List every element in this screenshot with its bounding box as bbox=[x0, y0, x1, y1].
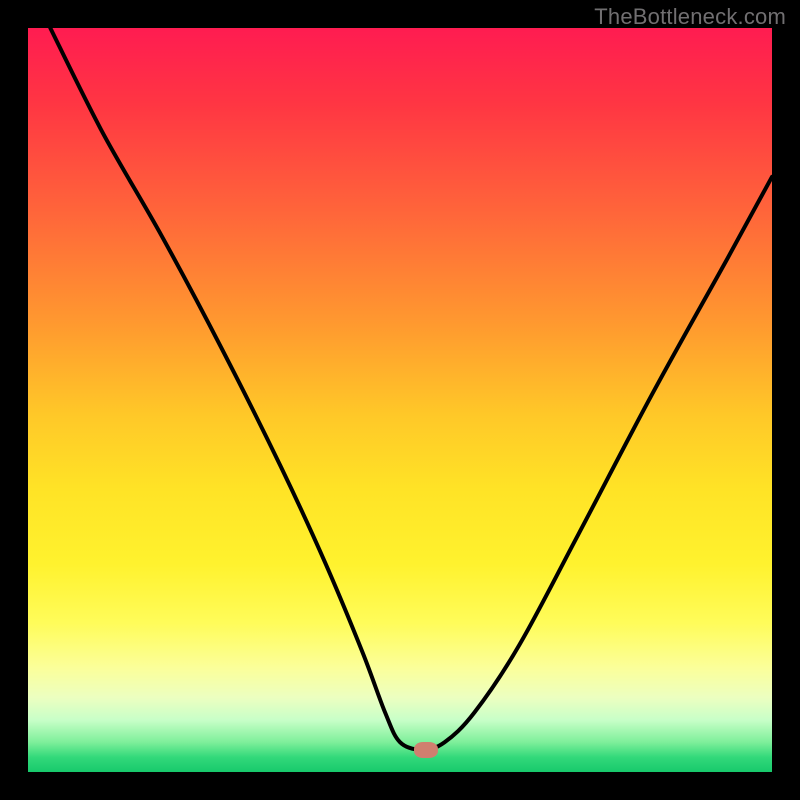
chart-frame: TheBottleneck.com bbox=[0, 0, 800, 800]
plot-area bbox=[28, 28, 772, 772]
optimal-marker bbox=[414, 742, 438, 758]
watermark-text: TheBottleneck.com bbox=[594, 4, 786, 30]
bottleneck-curve bbox=[28, 28, 772, 772]
